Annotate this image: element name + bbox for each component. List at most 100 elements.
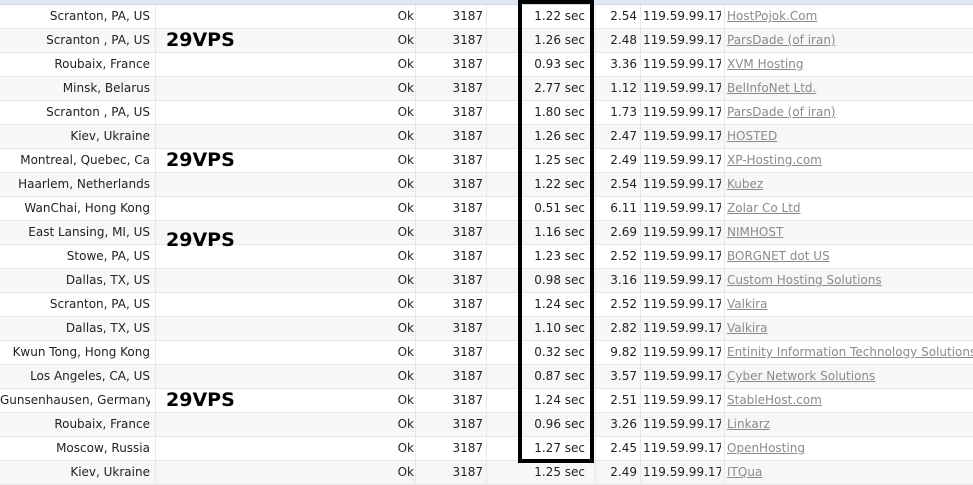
column-divider [595, 53, 596, 76]
status-cell: Ok [397, 297, 414, 311]
table-row: Los Angeles, CA, US Ok 3187 0.87 sec 3.57 119… [0, 365, 973, 389]
ip-address-cell: 119.59.99.17 [643, 153, 721, 167]
status-cell: Ok [397, 441, 414, 455]
location-cell: Scranton, PA, US [49, 9, 150, 23]
column-divider [595, 173, 596, 196]
port-cell: 3187 [452, 345, 483, 359]
column-divider [640, 317, 641, 340]
port-cell: 3187 [452, 81, 483, 95]
column-divider [486, 53, 487, 76]
host-link[interactable]: BORGNET dot US [727, 245, 973, 268]
column-divider [595, 125, 596, 148]
column-divider [415, 341, 416, 364]
speed-cell: 2.49 [610, 153, 637, 167]
host-link[interactable]: Linkarz [727, 413, 973, 436]
host-link[interactable]: Entinity Information Technology Solution… [727, 341, 973, 364]
host-link[interactable]: Zolar Co Ltd [727, 197, 973, 220]
location-cell: Los Angeles, CA, US [30, 369, 150, 383]
column-divider [155, 461, 156, 484]
speed-cell: 3.26 [610, 417, 637, 431]
column-divider [724, 365, 725, 388]
location-cell: Gunsenhausen, Germany [0, 393, 150, 407]
table-row: Scranton, PA, US Ok 3187 1.22 sec 2.54 119.59… [0, 5, 973, 29]
host-link[interactable]: XVM Hosting [727, 53, 973, 76]
port-cell: 3187 [452, 393, 483, 407]
column-divider [486, 197, 487, 220]
column-divider [640, 125, 641, 148]
host-link[interactable]: BelInfoNet Ltd. [727, 77, 973, 100]
column-divider [155, 29, 156, 52]
ip-address-cell: 119.59.99.17 [643, 465, 721, 479]
column-divider [595, 149, 596, 172]
response-time-cell: 1.24 sec [534, 393, 585, 407]
port-cell: 3187 [452, 177, 483, 191]
table-row: Stowe, PA, US Ok 3187 1.23 sec 2.52 119.59.99… [0, 245, 973, 269]
table-row: Roubaix, France Ok 3187 0.96 sec 3.26 119.59.… [0, 413, 973, 437]
table-row: Scranton , PA, US Ok 3187 1.80 sec 1.73 119.5… [0, 101, 973, 125]
column-divider [640, 101, 641, 124]
response-time-cell: 1.80 sec [534, 105, 585, 119]
column-divider [415, 173, 416, 196]
host-link[interactable]: Cyber Network Solutions [727, 365, 973, 388]
response-time-cell: 1.22 sec [534, 177, 585, 191]
column-divider [486, 461, 487, 484]
port-cell: 3187 [452, 105, 483, 119]
host-link[interactable]: NIMHOST [727, 221, 973, 244]
column-divider [595, 5, 596, 28]
speed-cell: 2.47 [610, 129, 637, 143]
column-divider [155, 341, 156, 364]
column-divider [724, 389, 725, 412]
speed-cell: 2.52 [610, 297, 637, 311]
host-link[interactable]: HostPojok.Com [727, 5, 973, 28]
column-divider [415, 53, 416, 76]
column-divider [595, 221, 596, 244]
host-link[interactable]: OpenHosting [727, 437, 973, 460]
column-divider [486, 317, 487, 340]
column-divider [640, 389, 641, 412]
status-cell: Ok [397, 465, 414, 479]
host-link[interactable]: ParsDade (of iran) [727, 29, 973, 52]
port-cell: 3187 [452, 153, 483, 167]
column-divider [486, 413, 487, 436]
speed-cell: 3.57 [610, 369, 637, 383]
column-divider [486, 125, 487, 148]
location-cell: Dallas, TX, US [65, 273, 150, 287]
response-time-cell: 1.24 sec [534, 297, 585, 311]
table-row: Scranton , PA, US Ok 3187 1.26 sec 2.48 119.5… [0, 29, 973, 53]
host-link[interactable]: ParsDade (of iran) [727, 101, 973, 124]
column-divider [595, 269, 596, 292]
column-divider [724, 5, 725, 28]
host-link[interactable]: Valkira [727, 293, 973, 316]
column-divider [640, 365, 641, 388]
column-divider [155, 293, 156, 316]
column-divider [595, 101, 596, 124]
column-divider [724, 269, 725, 292]
speed-cell: 2.54 [610, 9, 637, 23]
host-link[interactable]: XP-Hosting.com [727, 149, 973, 172]
port-cell: 3187 [452, 465, 483, 479]
column-divider [724, 173, 725, 196]
host-link[interactable]: Valkira [727, 317, 973, 340]
host-link[interactable]: ITQua [727, 461, 973, 484]
table-row: Gunsenhausen, Germany Ok 3187 1.24 sec 2.51 1… [0, 389, 973, 413]
host-link[interactable]: Custom Hosting Solutions [727, 269, 973, 292]
column-divider [724, 461, 725, 484]
ip-address-cell: 119.59.99.17 [643, 57, 721, 71]
status-cell: Ok [397, 9, 414, 23]
ip-address-cell: 119.59.99.17 [643, 177, 721, 191]
host-link[interactable]: Kubez [727, 173, 973, 196]
column-divider [486, 5, 487, 28]
column-divider [415, 245, 416, 268]
table-row: Roubaix, France Ok 3187 0.93 sec 3.36 119.59.… [0, 53, 973, 77]
column-divider [486, 101, 487, 124]
port-cell: 3187 [452, 9, 483, 23]
column-divider [595, 389, 596, 412]
column-divider [595, 413, 596, 436]
location-cell: Minsk, Belarus [62, 81, 150, 95]
speed-cell: 9.82 [610, 345, 637, 359]
column-divider [595, 29, 596, 52]
host-link[interactable]: HOSTED [727, 125, 973, 148]
location-cell: Scranton , PA, US [46, 105, 150, 119]
host-link[interactable]: StableHost.com [727, 389, 973, 412]
ip-address-cell: 119.59.99.17 [643, 273, 721, 287]
